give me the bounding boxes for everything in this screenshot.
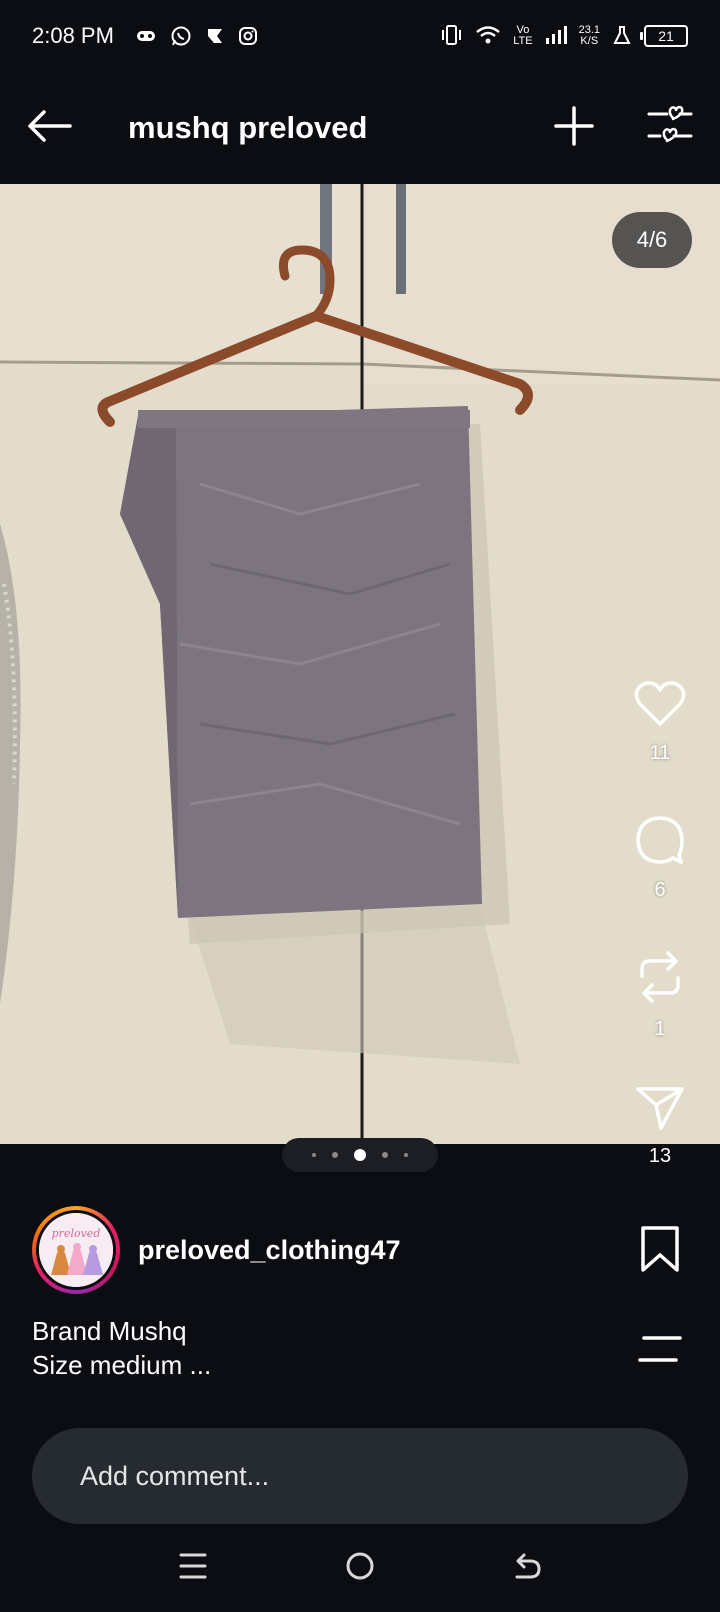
vibrate-icon [439, 24, 463, 49]
carousel-indicator [282, 1138, 438, 1172]
add-comment-input[interactable]: Add comment... [32, 1428, 688, 1524]
home-button[interactable] [330, 1538, 390, 1598]
whatsapp-icon [170, 25, 192, 47]
create-button[interactable] [548, 102, 600, 154]
comment-bubble-icon [635, 815, 685, 865]
volte-indicator: Vo LTE [513, 24, 533, 47]
recent-apps-button[interactable] [163, 1538, 223, 1598]
post-caption[interactable]: Brand Mushq Size medium ... [32, 1314, 211, 1382]
repost-button[interactable]: 1 [636, 950, 684, 1085]
author-username[interactable]: preloved_clothing47 [138, 1235, 401, 1266]
notification-icons [136, 25, 258, 47]
menu-lines-icon [636, 1336, 684, 1368]
page-title: mushq preloved [128, 110, 368, 145]
arrow-left-icon [26, 109, 72, 148]
comment-placeholder: Add comment... [80, 1460, 270, 1491]
comment-button[interactable]: 6 [635, 815, 685, 950]
avatar[interactable]: preloved [39, 1213, 113, 1287]
share-button[interactable]: 13 [635, 1085, 685, 1220]
paper-plane-icon [635, 1085, 685, 1131]
status-bar: 2:08 PM Vo LTE 23.1 K/S 21 [0, 0, 720, 72]
carousel-dot [404, 1153, 408, 1157]
carousel-dot [332, 1152, 338, 1158]
home-circle-icon [345, 1551, 375, 1586]
gamepad-icon [136, 29, 156, 43]
menu-icon [178, 1552, 208, 1585]
signal-icon [545, 25, 567, 48]
save-button[interactable] [636, 1225, 684, 1277]
avatar-text: preloved [52, 1227, 101, 1240]
system-status: Vo LTE 23.1 K/S 21 [439, 24, 688, 49]
repost-icon [636, 950, 684, 1004]
wifi-icon [475, 25, 501, 48]
carousel-dot [382, 1152, 388, 1158]
comment-count: 6 [654, 879, 666, 901]
status-time: 2:08 PM [32, 23, 114, 48]
system-nav-bar [0, 1524, 720, 1612]
repost-count: 1 [654, 1018, 666, 1040]
share-count: 13 [648, 1145, 672, 1167]
header: mushq preloved [0, 72, 720, 184]
page-counter: 4/6 [612, 212, 692, 268]
back-nav-button[interactable] [497, 1538, 557, 1598]
flask-icon [612, 25, 632, 48]
app-notification-icon [206, 27, 224, 45]
caption-line: Brand Mushq [32, 1316, 187, 1346]
action-rail: 11 6 1 13 [620, 680, 700, 1220]
sliders-heart-icon [646, 104, 694, 153]
plus-icon [554, 105, 594, 151]
carousel-dot-active [354, 1149, 366, 1161]
back-button[interactable] [24, 103, 74, 153]
heart-icon [634, 680, 686, 728]
battery-indicator: 21 [640, 25, 688, 47]
caption-expand-button[interactable] [636, 1334, 684, 1364]
network-speed: 23.1 K/S [578, 24, 600, 47]
caption-line: Size medium ... [32, 1350, 212, 1380]
instagram-icon [238, 26, 258, 46]
feed-preferences-button[interactable] [644, 102, 696, 154]
like-count: 11 [649, 742, 671, 764]
bookmark-icon [640, 1225, 680, 1278]
author-row[interactable]: preloved preloved_clothing47 [32, 1206, 401, 1294]
carousel-dot [312, 1153, 316, 1157]
like-button[interactable]: 11 [634, 680, 686, 815]
post-image[interactable] [0, 184, 720, 1144]
undo-arrow-icon [512, 1551, 542, 1586]
story-ring: preloved [32, 1206, 120, 1294]
